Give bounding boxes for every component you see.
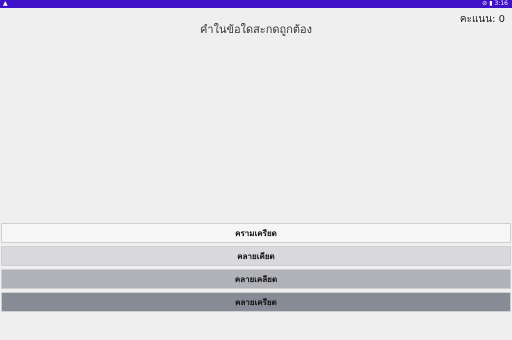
no-sim-icon: ⊘ (482, 0, 488, 7)
question-text: คำในข้อใดสะกดถูกต้อง (200, 23, 312, 36)
answer-button-2[interactable]: คลายเคียด (1, 246, 511, 266)
answer-list: ครามเครียด คลายเคียด คลายเคลียด คลายเครี… (1, 223, 511, 315)
battery-icon: ▮ (489, 0, 493, 7)
status-time: 3:16 (494, 0, 508, 7)
status-icons: ⊘ ▮ 3:16 (482, 0, 508, 8)
answer-button-3[interactable]: คลายเคลียด (1, 269, 511, 289)
answer-button-4[interactable]: คลายเครียด (1, 292, 511, 312)
status-bar: ▲ ⊘ ▮ 3:16 (0, 0, 512, 8)
answer-button-1[interactable]: ครามเครียด (1, 223, 511, 243)
warning-icon: ▲ (3, 0, 8, 7)
